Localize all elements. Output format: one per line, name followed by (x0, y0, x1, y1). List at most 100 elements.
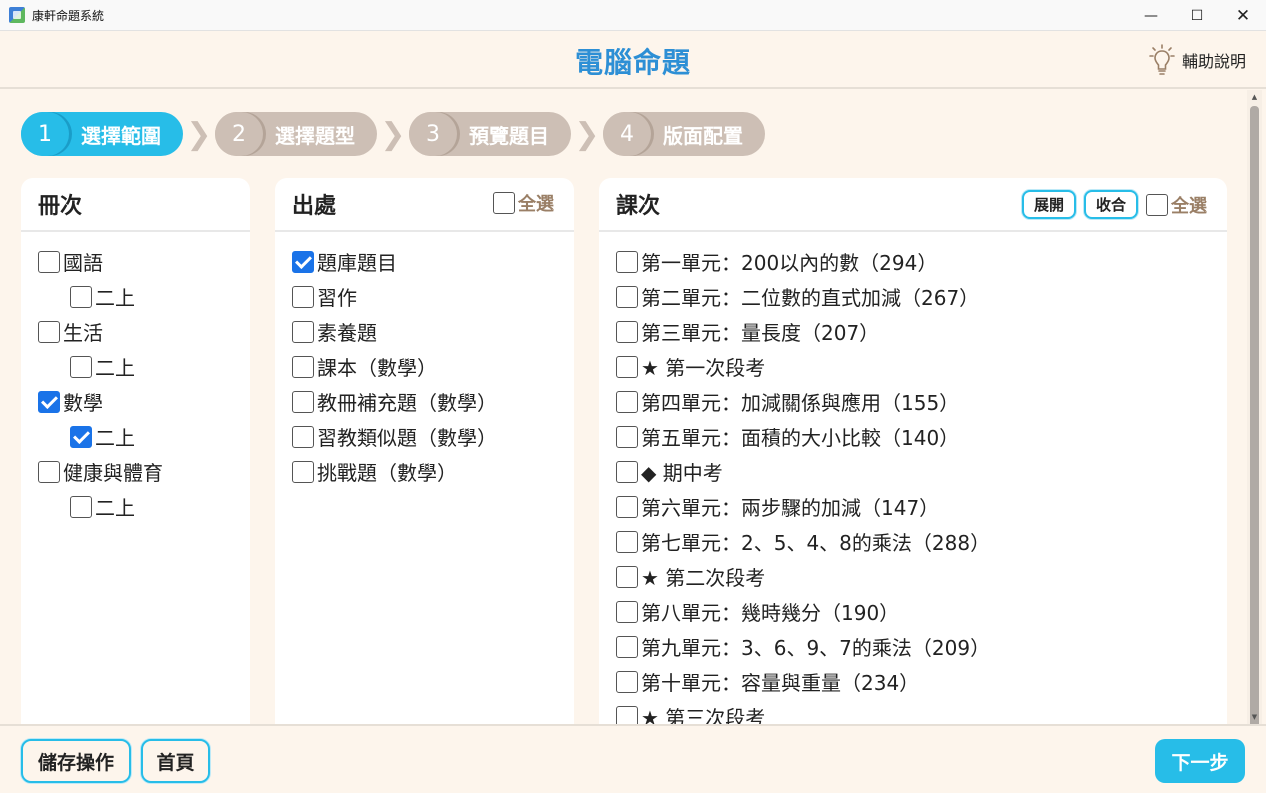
lesson-item[interactable]: 第九單元：3、6、9、7的乘法（209） (616, 629, 1227, 664)
source-item[interactable]: 挑戰題（數學） (292, 454, 574, 489)
lesson-item-checkbox[interactable] (616, 495, 638, 518)
lesson-item-checkbox[interactable] (616, 355, 638, 378)
volume-item-checkbox[interactable] (38, 390, 60, 413)
volume-item-checkbox[interactable] (70, 495, 92, 518)
lesson-select-all-label: 全選 (1171, 195, 1207, 217)
source-item-label: 素養題 (317, 321, 377, 345)
volume-list: 國語 二上 生活 二上 數學 二上 健康與體育 二上 (21, 232, 250, 524)
minimize-button[interactable]: — (1128, 0, 1174, 31)
lesson-item[interactable]: 第十單元：容量與重量（234） (616, 664, 1227, 699)
source-item[interactable]: 課本（數學） (292, 349, 574, 384)
volume-item-checkbox[interactable] (70, 285, 92, 308)
lesson-item-label: 第六單元：兩步驟的加減（147） (641, 496, 940, 520)
home-button[interactable]: 首頁 (141, 739, 210, 783)
step-3[interactable]: 3 預覽題目 (409, 112, 571, 156)
source-item[interactable]: 習作 (292, 279, 574, 314)
lesson-item-checkbox[interactable] (616, 320, 638, 343)
lesson-item-label: ★ 第三次段考 (641, 706, 766, 726)
page-scrollbar[interactable]: ▲ ▼ (1247, 90, 1262, 734)
volume-item[interactable]: 國語 (21, 244, 250, 279)
lesson-item-checkbox[interactable] (616, 635, 638, 658)
volume-item[interactable]: 二上 (21, 419, 250, 454)
maximize-button[interactable]: ☐ (1174, 0, 1220, 31)
scroll-up-arrow-icon[interactable]: ▲ (1247, 90, 1262, 104)
lesson-item-checkbox[interactable] (616, 705, 638, 726)
lesson-item[interactable]: 第三單元：量長度（207） (616, 314, 1227, 349)
source-item-checkbox[interactable] (292, 425, 314, 448)
lesson-item-checkbox[interactable] (616, 390, 638, 413)
volume-item-checkbox[interactable] (38, 460, 60, 483)
lesson-item-checkbox[interactable] (616, 460, 638, 483)
source-select-all[interactable]: 全選 (493, 190, 554, 216)
source-item[interactable]: 教冊補充題（數學） (292, 384, 574, 419)
lesson-select-all-checkbox[interactable] (1146, 193, 1168, 216)
step-4[interactable]: 4 版面配置 (603, 112, 765, 156)
expand-button[interactable]: 展開 (1021, 190, 1076, 219)
lesson-item[interactable]: 第四單元：加減關係與應用（155） (616, 384, 1227, 419)
volume-item-checkbox[interactable] (38, 320, 60, 343)
source-panel-header: 出處 全選 (275, 178, 574, 232)
next-step-button[interactable]: 下一步 (1155, 739, 1245, 783)
lesson-item[interactable]: 第八單元：幾時幾分（190） (616, 594, 1227, 629)
step-number: 1 (21, 112, 69, 156)
lesson-list: 第一單元：200以內的數（294） 第二單元：二位數的直式加減（267） 第三單元：… (599, 232, 1227, 726)
help-label: 輔助說明 (1181, 52, 1246, 71)
lesson-item[interactable]: 第一單元：200以內的數（294） (616, 244, 1227, 279)
source-item-checkbox[interactable] (292, 460, 314, 483)
volume-panel: 冊次 國語 二上 生活 二上 數學 二上 健康與體育 二上 (21, 178, 250, 728)
volume-item[interactable]: 數學 (21, 384, 250, 419)
lesson-item-checkbox[interactable] (616, 670, 638, 693)
source-item[interactable]: 素養題 (292, 314, 574, 349)
volume-item[interactable]: 二上 (21, 279, 250, 314)
source-item[interactable]: 題庫題目 (292, 244, 574, 279)
source-select-all-checkbox[interactable] (493, 192, 515, 214)
volume-item-checkbox[interactable] (70, 355, 92, 378)
lesson-item-label: 第二單元：二位數的直式加減（267） (641, 286, 980, 310)
volume-panel-header: 冊次 (21, 178, 250, 232)
save-operation-button[interactable]: 儲存操作 (21, 739, 131, 783)
source-item-label: 挑戰題（數學） (317, 461, 457, 485)
source-item-checkbox[interactable] (292, 355, 314, 378)
volume-item[interactable]: 生活 (21, 314, 250, 349)
volume-item[interactable]: 二上 (21, 349, 250, 384)
source-list: 題庫題目 習作素養題課本（數學） 教冊補充題（數學） 習教類似題（數學） 挑戰題（數學） (275, 232, 574, 489)
lesson-item[interactable]: ◆ 期中考 (616, 454, 1227, 489)
scroll-thumb[interactable] (1250, 106, 1259, 734)
volume-item-label: 二上 (95, 286, 135, 310)
source-item-label: 課本（數學） (317, 356, 437, 380)
lesson-item[interactable]: ★ 第二次段考 (616, 559, 1227, 594)
step-2[interactable]: 2 選擇題型 (215, 112, 377, 156)
app-icon (9, 7, 25, 23)
source-item-checkbox[interactable] (292, 285, 314, 308)
lesson-item-checkbox[interactable] (616, 530, 638, 553)
close-button[interactable]: ✕ (1220, 0, 1266, 31)
lesson-item-checkbox[interactable] (616, 600, 638, 623)
lesson-item[interactable]: 第七單元：2、5、4、8的乘法（288） (616, 524, 1227, 559)
lesson-item[interactable]: 第二單元：二位數的直式加減（267） (616, 279, 1227, 314)
lesson-item[interactable]: 第六單元：兩步驟的加減（147） (616, 489, 1227, 524)
lesson-item-checkbox[interactable] (616, 250, 638, 273)
volume-item-label: 生活 (63, 321, 103, 345)
lesson-select-all[interactable]: 全選 (1146, 192, 1207, 218)
lesson-item-checkbox[interactable] (616, 425, 638, 448)
help-button[interactable]: 輔助說明 (1148, 43, 1246, 77)
lesson-item[interactable]: ★ 第三次段考 (616, 699, 1227, 726)
volume-item-checkbox[interactable] (38, 250, 60, 273)
page-title: 電腦命題 (574, 46, 691, 79)
lightbulb-icon (1149, 44, 1175, 75)
volume-item[interactable]: 健康與體育 (21, 454, 250, 489)
volume-item-checkbox[interactable] (70, 425, 92, 448)
lesson-item[interactable]: 第五單元：面積的大小比較（140） (616, 419, 1227, 454)
scroll-down-arrow-icon[interactable]: ▼ (1247, 710, 1262, 724)
source-item-checkbox[interactable] (292, 250, 314, 273)
collapse-button[interactable]: 收合 (1083, 190, 1138, 219)
source-item[interactable]: 習教類似題（數學） (292, 419, 574, 454)
step-1[interactable]: 1 選擇範圍 (21, 112, 183, 156)
lesson-item-checkbox[interactable] (616, 285, 638, 308)
lesson-panel: 課次 展開 收合 全選 第一單元：200以內的數（294） 第二單元：二位數的直式… (599, 178, 1227, 728)
lesson-item[interactable]: ★ 第一次段考 (616, 349, 1227, 384)
source-item-checkbox[interactable] (292, 320, 314, 343)
lesson-item-checkbox[interactable] (616, 565, 638, 588)
source-item-checkbox[interactable] (292, 390, 314, 413)
volume-item[interactable]: 二上 (21, 489, 250, 524)
